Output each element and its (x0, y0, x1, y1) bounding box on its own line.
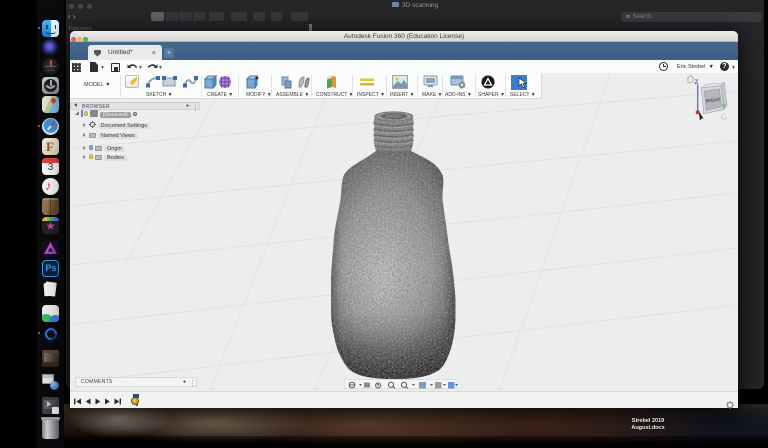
svg-text:Y: Y (722, 103, 727, 110)
